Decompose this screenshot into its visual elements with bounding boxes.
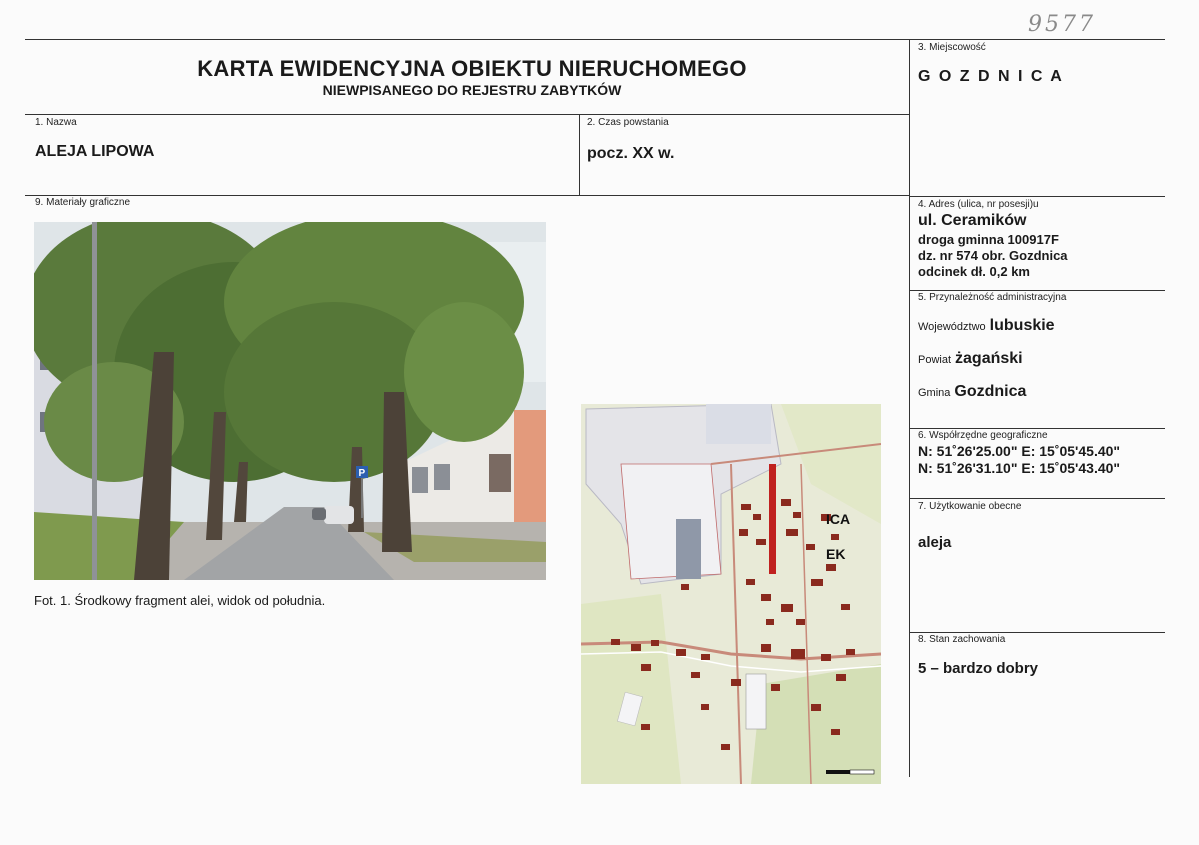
locality-bottom-border xyxy=(909,196,1165,197)
voivodeship-row: Województwo lubuskie xyxy=(918,317,1055,335)
address-label: 4. Adres (ulica, nr posesji)u xyxy=(918,199,1039,210)
location-map: ICA EK xyxy=(581,404,881,784)
coords-bottom-border xyxy=(909,498,1165,499)
top-border xyxy=(25,39,1165,40)
usage-label: 7. Użytkowanie obecne xyxy=(918,501,1022,512)
title-bottom-border xyxy=(25,114,910,115)
parking-sign-label: P xyxy=(359,468,366,479)
page-title: KARTA EWIDENCYJNA OBIEKTU NIERUCHOMEGO xyxy=(197,56,747,81)
address-length: odcinek dł. 0,2 km xyxy=(918,264,1030,279)
address-road: droga gminna 100917F xyxy=(918,232,1059,247)
alley-photo: P xyxy=(34,222,546,580)
address-plot: dz. nr 574 obr. Gozdnica xyxy=(918,248,1068,263)
condition-label: 8. Stan zachowania xyxy=(918,634,1006,645)
address-bottom-border xyxy=(909,290,1165,291)
admin-label: 5. Przynależność administracyjna xyxy=(918,292,1067,303)
address-street: ul. Ceramików xyxy=(918,212,1027,229)
main-right-border xyxy=(909,39,910,777)
condition-value: 5 – bardzo dobry xyxy=(918,660,1039,677)
graphics-label: 9. Materiały graficzne xyxy=(35,197,131,208)
map-label-ica: ICA xyxy=(826,511,850,527)
admin-bottom-border xyxy=(909,428,1165,429)
commune-value: Gozdnica xyxy=(954,383,1027,400)
coords-line-2: N: 51˚26'31.10" E: 15˚05'43.40" xyxy=(918,460,1121,476)
name-label: 1. Nazwa xyxy=(35,117,77,128)
commune-row: Gmina Gozdnica xyxy=(918,383,1026,401)
locality-value: G O Z D N I C A xyxy=(918,68,1064,85)
locality-label: 3. Miejscowość xyxy=(918,42,986,53)
voivodeship-value: lubuskie xyxy=(989,317,1055,334)
period-value: pocz. XX w. xyxy=(587,145,675,162)
usage-bottom-border xyxy=(909,632,1165,633)
photo-caption: Fot. 1. Środkowy fragment alei, widok od… xyxy=(34,593,326,608)
county-value: żagański xyxy=(955,350,1023,367)
county-row: Powiat żagański xyxy=(918,350,1023,368)
voivodeship-label: Województwo xyxy=(918,321,986,333)
county-label: Powiat xyxy=(918,354,952,366)
usage-value: aleja xyxy=(918,534,952,551)
name-bottom-border xyxy=(25,195,910,196)
handwritten-number: 9577 xyxy=(1028,12,1096,37)
coords-line-1: N: 51˚26'25.00" E: 15˚05'45.40" xyxy=(918,443,1121,459)
map-label-ek: EK xyxy=(826,546,845,562)
commune-label: Gmina xyxy=(918,387,951,399)
period-label: 2. Czas powstania xyxy=(587,117,669,128)
coords-label: 6. Współrzędne geograficzne xyxy=(918,430,1048,441)
name-period-divider xyxy=(579,114,580,195)
page-subtitle: NIEWPISANEGO DO REJESTRU ZABYTKÓW xyxy=(322,82,622,98)
name-value: ALEJA LIPOWA xyxy=(35,143,155,160)
